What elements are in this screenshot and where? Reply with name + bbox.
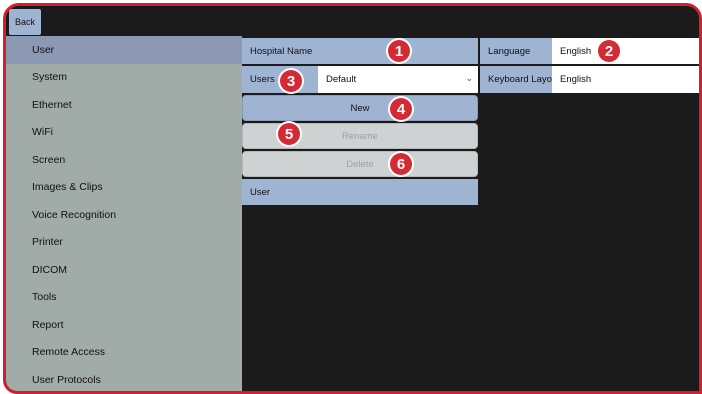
callout-badge-6: 6 bbox=[390, 153, 412, 175]
user-list-item[interactable]: User bbox=[242, 179, 478, 205]
language-label-text: Language bbox=[488, 45, 531, 57]
language-label: Language bbox=[480, 38, 552, 64]
sidebar-item-wifi[interactable]: WiFi bbox=[6, 119, 242, 147]
user-settings-panel: Hospital Name Users Default ⌄ New Rename… bbox=[242, 36, 699, 391]
users-dropdown[interactable]: Default ⌄ bbox=[318, 66, 478, 93]
language-value: English bbox=[560, 45, 592, 57]
top-bar: Back bbox=[6, 6, 699, 36]
users-label-text: Users bbox=[250, 74, 275, 85]
sidebar-item-screen[interactable]: Screen bbox=[6, 146, 242, 174]
hospital-name-field[interactable]: Hospital Name bbox=[242, 38, 478, 64]
rename-button-label: Rename bbox=[342, 130, 378, 142]
hospital-name-label: Hospital Name bbox=[250, 45, 313, 57]
keyboard-layout-select[interactable]: English bbox=[552, 66, 699, 93]
device-frame: Back User System Ethernet WiFi Screen Im… bbox=[3, 3, 702, 394]
sidebar-item-dicom[interactable]: DICOM bbox=[6, 256, 242, 284]
keyboard-layout-label: Keyboard Layout bbox=[480, 66, 560, 93]
delete-user-button[interactable]: Delete bbox=[242, 151, 478, 177]
back-button[interactable]: Back bbox=[9, 9, 41, 35]
callout-badge-4: 4 bbox=[390, 98, 412, 120]
sidebar-item-remote-access[interactable]: Remote Access bbox=[6, 339, 242, 367]
sidebar-item-images-clips[interactable]: Images & Clips bbox=[6, 174, 242, 202]
users-selected-value: Default bbox=[326, 74, 357, 85]
sidebar-item-user-protocols[interactable]: User Protocols bbox=[6, 366, 242, 391]
sidebar-item-printer[interactable]: Printer bbox=[6, 229, 242, 257]
sidebar-item-user[interactable]: User bbox=[6, 36, 242, 64]
callout-badge-2: 2 bbox=[598, 40, 620, 62]
sidebar-item-system[interactable]: System bbox=[6, 64, 242, 92]
keyboard-layout-label-text: Keyboard Layout bbox=[488, 74, 560, 85]
language-select[interactable]: English bbox=[552, 38, 699, 64]
user-list-item-label: User bbox=[250, 186, 271, 198]
sidebar-item-report[interactable]: Report bbox=[6, 311, 242, 339]
sidebar-item-ethernet[interactable]: Ethernet bbox=[6, 91, 242, 119]
callout-badge-5: 5 bbox=[278, 123, 300, 145]
chevron-down-icon: ⌄ bbox=[465, 73, 473, 83]
keyboard-layout-value: English bbox=[560, 74, 592, 85]
delete-button-label: Delete bbox=[346, 158, 374, 170]
settings-sidebar: User System Ethernet WiFi Screen Images … bbox=[6, 36, 242, 391]
callout-badge-3: 3 bbox=[280, 70, 302, 92]
new-user-button[interactable]: New bbox=[242, 95, 478, 121]
new-button-label: New bbox=[350, 102, 370, 114]
sidebar-item-voice-recognition[interactable]: Voice Recognition bbox=[6, 201, 242, 229]
sidebar-item-tools[interactable]: Tools bbox=[6, 284, 242, 312]
callout-badge-1: 1 bbox=[388, 40, 410, 62]
